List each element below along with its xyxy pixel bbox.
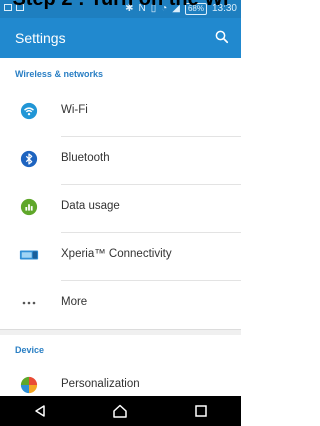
settings-item-bluetooth[interactable]: Bluetooth [0,137,241,185]
search-icon[interactable] [213,28,231,46]
settings-item-label: Wi-Fi [61,104,88,116]
bluetooth-icon [19,149,39,169]
app-bar: Settings [0,18,241,58]
section-header-device: Device [15,345,45,355]
settings-item-xperia-connectivity[interactable]: Xperia™ Connectivity [0,233,241,281]
settings-item-label: Personalization [61,378,140,390]
settings-item-label: Bluetooth [61,152,110,164]
settings-item-label: Data usage [61,200,120,212]
settings-item-wifi[interactable]: Wi-Fi [0,89,241,137]
page-title: Settings [15,30,66,46]
recents-icon[interactable] [190,400,212,422]
home-icon[interactable] [109,400,131,422]
settings-item-more[interactable]: More [0,281,241,329]
navigation-bar [0,396,241,426]
section-divider [0,329,241,335]
settings-item-label: Xperia™ Connectivity [61,248,172,260]
settings-item-data-usage[interactable]: Data usage [0,185,241,233]
section-header-wireless: Wireless & networks [15,69,103,79]
more-icon [19,293,39,313]
data-usage-icon [19,197,39,217]
personalization-icon [19,375,39,395]
tutorial-caption: Step 2 : Turn on the Wi [0,0,241,10]
back-icon[interactable] [29,400,51,422]
xperia-connectivity-icon [19,245,39,265]
wifi-icon [19,101,39,121]
settings-item-label: More [61,296,88,308]
